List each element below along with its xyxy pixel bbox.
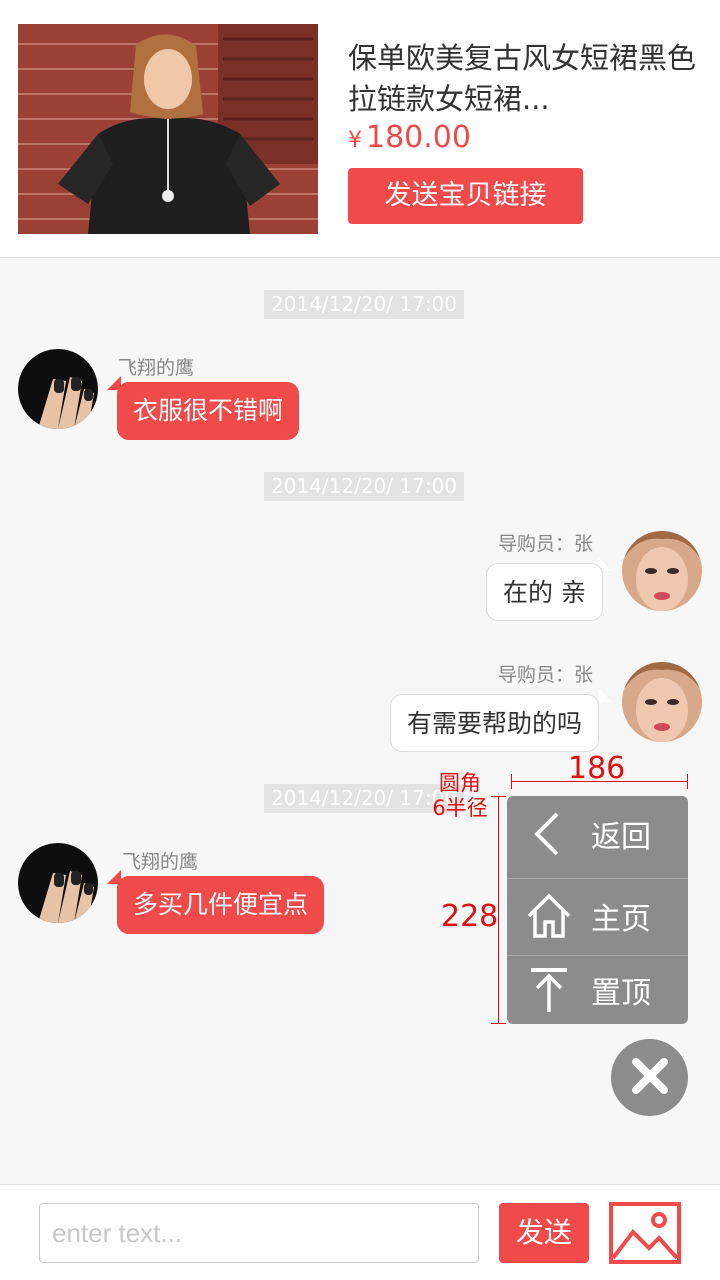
product-title: 保单欧美复古风女短裙黑色拉链款女短裙... bbox=[348, 41, 697, 116]
menu-item-top[interactable]: 置顶 bbox=[507, 952, 688, 1024]
agent-avatar[interactable] bbox=[622, 662, 702, 742]
customer-message-bubble[interactable]: 衣服很不错啊 bbox=[117, 382, 300, 440]
currency-symbol: ¥ bbox=[348, 128, 362, 153]
customer-name: 飞翔的鹰 bbox=[122, 851, 199, 873]
floating-menu: 返回 主页 置顶 bbox=[507, 796, 688, 1024]
agent-message-bubble[interactable]: 有需要帮助的吗 bbox=[390, 694, 600, 752]
image-icon[interactable] bbox=[609, 1202, 681, 1264]
timestamp: 2014/12/20/ 17:00 bbox=[264, 290, 465, 319]
customer-avatar[interactable] bbox=[18, 843, 98, 923]
send-button[interactable]: 发送 bbox=[499, 1203, 589, 1263]
product-image[interactable] bbox=[18, 24, 318, 234]
timestamp: 2014/12/20/ 17:00 bbox=[264, 472, 465, 501]
menu-item-back[interactable]: 返回 bbox=[507, 796, 688, 872]
dimension-tick bbox=[511, 774, 512, 789]
annotation-line: 6半径 bbox=[432, 796, 488, 820]
agent-avatar[interactable] bbox=[622, 531, 702, 611]
dimension-tick bbox=[687, 774, 688, 789]
height-dimension-line bbox=[498, 796, 499, 1024]
product-price: ¥180.00 bbox=[348, 120, 471, 155]
menu-item-home[interactable]: 主页 bbox=[507, 878, 688, 954]
menu-item-label: 置顶 bbox=[591, 976, 651, 1011]
customer-message-bubble[interactable]: 多买几件便宜点 bbox=[117, 876, 325, 934]
chevron-left-icon bbox=[507, 796, 591, 872]
home-icon bbox=[507, 878, 591, 954]
close-menu-button[interactable] bbox=[611, 1039, 688, 1116]
menu-item-label: 主页 bbox=[591, 902, 651, 937]
message-input[interactable] bbox=[39, 1203, 479, 1263]
customer-name: 飞翔的鹰 bbox=[118, 357, 195, 379]
agent-name: 导购员：张 bbox=[498, 664, 594, 686]
radius-annotation: 圆角 6半径 bbox=[430, 771, 490, 821]
height-annotation: 228 bbox=[441, 899, 499, 934]
arrow-to-top-icon bbox=[507, 952, 591, 1024]
input-bar: 发送 bbox=[0, 1184, 720, 1280]
close-icon bbox=[630, 1056, 670, 1100]
dimension-tick bbox=[491, 796, 506, 797]
price-value: 180.00 bbox=[366, 120, 471, 155]
product-card: 保单欧美复古风女短裙黑色拉链款女短裙... ¥180.00 发送宝贝链接 bbox=[0, 0, 720, 258]
annotation-line: 圆角 bbox=[439, 771, 481, 795]
bubble-tail bbox=[598, 688, 612, 702]
customer-avatar[interactable] bbox=[18, 349, 98, 429]
dimension-tick bbox=[491, 1023, 506, 1024]
menu-item-label: 返回 bbox=[591, 820, 651, 855]
agent-message-bubble[interactable]: 在的 亲 bbox=[486, 563, 603, 621]
agent-name: 导购员：张 bbox=[498, 533, 594, 555]
send-product-link-button[interactable]: 发送宝贝链接 bbox=[348, 168, 583, 224]
width-dimension-line bbox=[511, 781, 687, 782]
